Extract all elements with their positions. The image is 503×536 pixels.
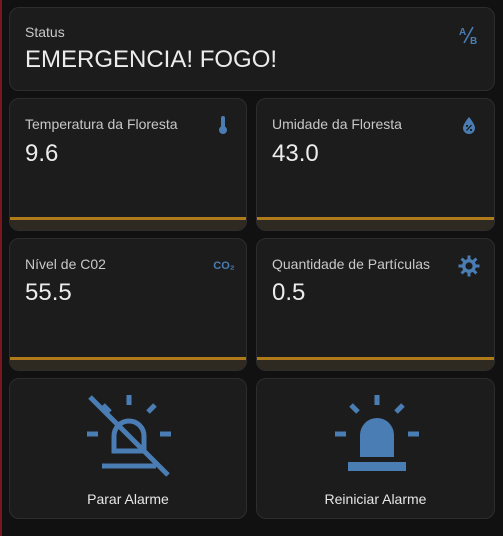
thermometer-icon bbox=[214, 115, 232, 135]
svg-text:B: B bbox=[470, 36, 477, 46]
particles-value: 0.5 bbox=[272, 279, 306, 306]
humidity-label: Umidade da Floresta bbox=[272, 116, 402, 132]
status-card[interactable]: Status EMERGENCIA! FOGO! A B bbox=[9, 7, 495, 91]
ab-text-icon: A B bbox=[458, 24, 480, 46]
co2-card[interactable]: Nível de C02 55.5 CO₂ bbox=[9, 238, 247, 371]
svg-text:A: A bbox=[459, 27, 466, 38]
co2-icon: CO₂ bbox=[213, 260, 235, 272]
status-value: EMERGENCIA! FOGO! bbox=[25, 46, 278, 73]
temperature-label: Temperatura da Floresta bbox=[25, 116, 178, 132]
temperature-bar bbox=[10, 217, 246, 230]
particles-bar-fill bbox=[257, 357, 494, 360]
particles-bar bbox=[257, 357, 494, 370]
temperature-value: 9.6 bbox=[25, 140, 59, 167]
co2-bar bbox=[10, 357, 246, 370]
temperature-bar-fill bbox=[10, 217, 246, 220]
humidity-card[interactable]: Umidade da Floresta 43.0 bbox=[256, 98, 495, 231]
reset-alarm-button[interactable]: Reiniciar Alarme bbox=[256, 378, 495, 519]
humidity-bar bbox=[257, 217, 494, 230]
co2-label: Nível de C02 bbox=[25, 256, 106, 272]
co2-bar-fill bbox=[10, 357, 246, 360]
stop-alarm-label: Parar Alarme bbox=[87, 491, 169, 507]
status-label: Status bbox=[25, 24, 65, 40]
particles-label: Quantidade de Partículas bbox=[272, 256, 430, 272]
temperature-card[interactable]: Temperatura da Floresta 9.6 bbox=[9, 98, 247, 231]
alarm-light-icon bbox=[332, 391, 422, 479]
stop-alarm-button[interactable]: Parar Alarme bbox=[9, 378, 247, 519]
water-percent-icon bbox=[459, 115, 479, 135]
alarm-light-off-icon bbox=[84, 391, 174, 479]
reset-alarm-label: Reiniciar Alarme bbox=[324, 491, 427, 507]
humidity-value: 43.0 bbox=[272, 140, 319, 167]
gear-icon bbox=[457, 254, 481, 278]
window-edge bbox=[0, 0, 2, 536]
humidity-bar-fill bbox=[257, 217, 494, 220]
co2-value: 55.5 bbox=[25, 279, 72, 306]
particles-card[interactable]: Quantidade de Partículas 0.5 bbox=[256, 238, 495, 371]
